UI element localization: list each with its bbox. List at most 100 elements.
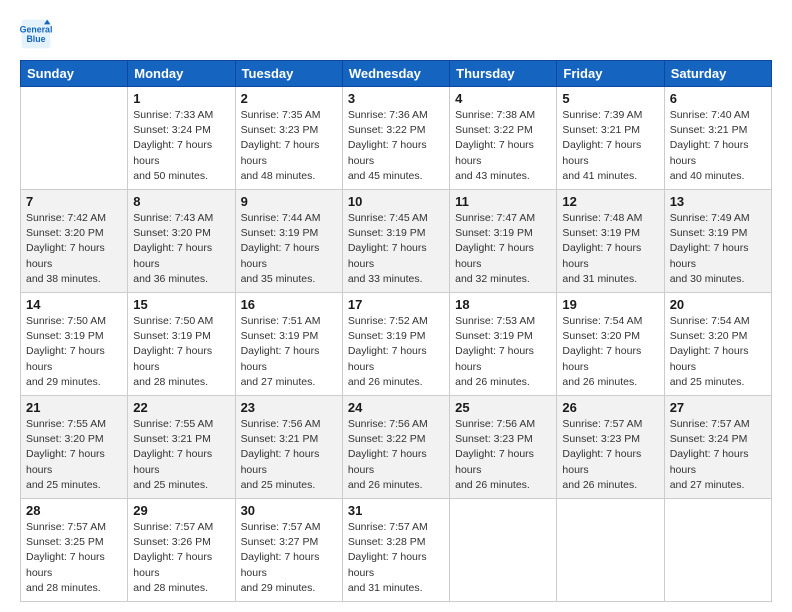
- day-number: 9: [241, 194, 337, 209]
- day-cell: 29 Sunrise: 7:57 AMSunset: 3:26 PMDayligh…: [128, 499, 235, 602]
- week-row-2: 7 Sunrise: 7:42 AMSunset: 3:20 PMDaylight…: [21, 190, 772, 293]
- col-header-friday: Friday: [557, 61, 664, 87]
- day-info: Sunrise: 7:53 AMSunset: 3:19 PMDaylight:…: [455, 314, 551, 390]
- header-row: SundayMondayTuesdayWednesdayThursdayFrid…: [21, 61, 772, 87]
- day-info: Sunrise: 7:56 AMSunset: 3:21 PMDaylight:…: [241, 417, 337, 493]
- day-info: Sunrise: 7:56 AMSunset: 3:23 PMDaylight:…: [455, 417, 551, 493]
- day-cell: 19Sunrise: 7:54 AMSunset: 3:20 PMDayligh…: [557, 293, 664, 396]
- day-info: Sunrise: 7:49 AMSunset: 3:19 PMDaylight:…: [670, 211, 766, 287]
- day-info: Sunrise: 7:45 AMSunset: 3:19 PMDaylight:…: [348, 211, 444, 287]
- day-number: 21: [26, 400, 122, 415]
- day-cell: [450, 499, 557, 602]
- day-info: Sunrise: 7:56 AMSunset: 3:22 PMDaylight:…: [348, 417, 444, 493]
- day-cell: 9Sunrise: 7:44 AMSunset: 3:19 PMDaylight…: [235, 190, 342, 293]
- day-info: Sunrise: 7:43 AMSunset: 3:20 PMDaylight:…: [133, 211, 229, 287]
- day-number: 30: [241, 503, 337, 518]
- day-info: Sunrise: 7:48 AMSunset: 3:19 PMDaylight:…: [562, 211, 658, 287]
- day-cell: 17 Sunrise: 7:52 AMSunset: 3:19 PMDayligh…: [342, 293, 449, 396]
- day-info: Sunrise: 7:54 AMSunset: 3:20 PMDaylight:…: [670, 314, 766, 390]
- day-cell: 2Sunrise: 7:35 AMSunset: 3:23 PMDaylight…: [235, 87, 342, 190]
- day-cell: 8 Sunrise: 7:43 AMSunset: 3:20 PMDaylight…: [128, 190, 235, 293]
- day-info: Sunrise: 7:39 AMSunset: 3:21 PMDaylight:…: [562, 108, 658, 184]
- day-info: Sunrise: 7:50 AMSunset: 3:19 PMDaylight:…: [26, 314, 122, 390]
- day-info: Sunrise: 7:42 AMSunset: 3:20 PMDaylight:…: [26, 211, 122, 287]
- day-cell: 15Sunrise: 7:50 AMSunset: 3:19 PMDayligh…: [128, 293, 235, 396]
- page: General Blue SundayMondayTuesdayWednesda…: [0, 0, 792, 612]
- day-info: Sunrise: 7:55 AMSunset: 3:21 PMDaylight:…: [133, 417, 229, 493]
- day-cell: [557, 499, 664, 602]
- day-cell: 30 Sunrise: 7:57 AMSunset: 3:27 PMDayligh…: [235, 499, 342, 602]
- day-cell: 16 Sunrise: 7:51 AMSunset: 3:19 PMDayligh…: [235, 293, 342, 396]
- day-info: Sunrise: 7:33 AMSunset: 3:24 PMDaylight:…: [133, 108, 229, 184]
- day-cell: 12 Sunrise: 7:48 AMSunset: 3:19 PMDayligh…: [557, 190, 664, 293]
- day-cell: 4Sunrise: 7:38 AMSunset: 3:22 PMDaylight…: [450, 87, 557, 190]
- week-row-4: 21 Sunrise: 7:55 AMSunset: 3:20 PMDayligh…: [21, 396, 772, 499]
- day-info: Sunrise: 7:50 AMSunset: 3:19 PMDaylight:…: [133, 314, 229, 390]
- day-cell: 22 Sunrise: 7:55 AMSunset: 3:21 PMDayligh…: [128, 396, 235, 499]
- day-info: Sunrise: 7:35 AMSunset: 3:23 PMDaylight:…: [241, 108, 337, 184]
- svg-text:Blue: Blue: [26, 34, 45, 44]
- day-number: 17: [348, 297, 444, 312]
- day-info: Sunrise: 7:51 AMSunset: 3:19 PMDaylight:…: [241, 314, 337, 390]
- day-number: 28: [26, 503, 122, 518]
- day-info: Sunrise: 7:57 AMSunset: 3:27 PMDaylight:…: [241, 520, 337, 596]
- day-info: Sunrise: 7:57 AMSunset: 3:28 PMDaylight:…: [348, 520, 444, 596]
- col-header-sunday: Sunday: [21, 61, 128, 87]
- day-cell: 10 Sunrise: 7:45 AMSunset: 3:19 PMDayligh…: [342, 190, 449, 293]
- day-number: 23: [241, 400, 337, 415]
- day-info: Sunrise: 7:57 AMSunset: 3:26 PMDaylight:…: [133, 520, 229, 596]
- day-cell: 31Sunrise: 7:57 AMSunset: 3:28 PMDayligh…: [342, 499, 449, 602]
- day-cell: 24 Sunrise: 7:56 AMSunset: 3:22 PMDayligh…: [342, 396, 449, 499]
- day-number: 3: [348, 91, 444, 106]
- svg-text:General: General: [20, 24, 52, 34]
- day-info: Sunrise: 7:47 AMSunset: 3:19 PMDaylight:…: [455, 211, 551, 287]
- day-cell: 21 Sunrise: 7:55 AMSunset: 3:20 PMDayligh…: [21, 396, 128, 499]
- day-number: 1: [133, 91, 229, 106]
- day-info: Sunrise: 7:55 AMSunset: 3:20 PMDaylight:…: [26, 417, 122, 493]
- col-header-thursday: Thursday: [450, 61, 557, 87]
- day-number: 25: [455, 400, 551, 415]
- day-info: Sunrise: 7:57 AMSunset: 3:23 PMDaylight:…: [562, 417, 658, 493]
- day-info: Sunrise: 7:36 AMSunset: 3:22 PMDaylight:…: [348, 108, 444, 184]
- logo-icon: General Blue: [20, 18, 52, 50]
- day-cell: 23 Sunrise: 7:56 AMSunset: 3:21 PMDayligh…: [235, 396, 342, 499]
- day-cell: 20Sunrise: 7:54 AMSunset: 3:20 PMDayligh…: [664, 293, 771, 396]
- day-cell: 1 Sunrise: 7:33 AMSunset: 3:24 PMDaylight…: [128, 87, 235, 190]
- day-number: 8: [133, 194, 229, 209]
- calendar-table: SundayMondayTuesdayWednesdayThursdayFrid…: [20, 60, 772, 602]
- day-cell: [21, 87, 128, 190]
- day-number: 7: [26, 194, 122, 209]
- week-row-1: 1 Sunrise: 7:33 AMSunset: 3:24 PMDaylight…: [21, 87, 772, 190]
- day-number: 26: [562, 400, 658, 415]
- col-header-tuesday: Tuesday: [235, 61, 342, 87]
- day-number: 6: [670, 91, 766, 106]
- day-cell: [664, 499, 771, 602]
- day-cell: 27Sunrise: 7:57 AMSunset: 3:24 PMDayligh…: [664, 396, 771, 499]
- day-info: Sunrise: 7:40 AMSunset: 3:21 PMDaylight:…: [670, 108, 766, 184]
- day-number: 29: [133, 503, 229, 518]
- day-number: 4: [455, 91, 551, 106]
- header: General Blue: [20, 18, 772, 50]
- day-info: Sunrise: 7:57 AMSunset: 3:25 PMDaylight:…: [26, 520, 122, 596]
- day-number: 5: [562, 91, 658, 106]
- day-number: 16: [241, 297, 337, 312]
- day-number: 11: [455, 194, 551, 209]
- col-header-wednesday: Wednesday: [342, 61, 449, 87]
- day-number: 14: [26, 297, 122, 312]
- day-cell: 26 Sunrise: 7:57 AMSunset: 3:23 PMDayligh…: [557, 396, 664, 499]
- day-cell: 28 Sunrise: 7:57 AMSunset: 3:25 PMDayligh…: [21, 499, 128, 602]
- day-number: 10: [348, 194, 444, 209]
- col-header-saturday: Saturday: [664, 61, 771, 87]
- day-info: Sunrise: 7:52 AMSunset: 3:19 PMDaylight:…: [348, 314, 444, 390]
- col-header-monday: Monday: [128, 61, 235, 87]
- week-row-5: 28 Sunrise: 7:57 AMSunset: 3:25 PMDayligh…: [21, 499, 772, 602]
- day-info: Sunrise: 7:57 AMSunset: 3:24 PMDaylight:…: [670, 417, 766, 493]
- day-number: 24: [348, 400, 444, 415]
- day-cell: 11 Sunrise: 7:47 AMSunset: 3:19 PMDayligh…: [450, 190, 557, 293]
- day-number: 12: [562, 194, 658, 209]
- day-cell: 25 Sunrise: 7:56 AMSunset: 3:23 PMDayligh…: [450, 396, 557, 499]
- day-number: 18: [455, 297, 551, 312]
- day-number: 19: [562, 297, 658, 312]
- day-cell: 7 Sunrise: 7:42 AMSunset: 3:20 PMDaylight…: [21, 190, 128, 293]
- day-number: 22: [133, 400, 229, 415]
